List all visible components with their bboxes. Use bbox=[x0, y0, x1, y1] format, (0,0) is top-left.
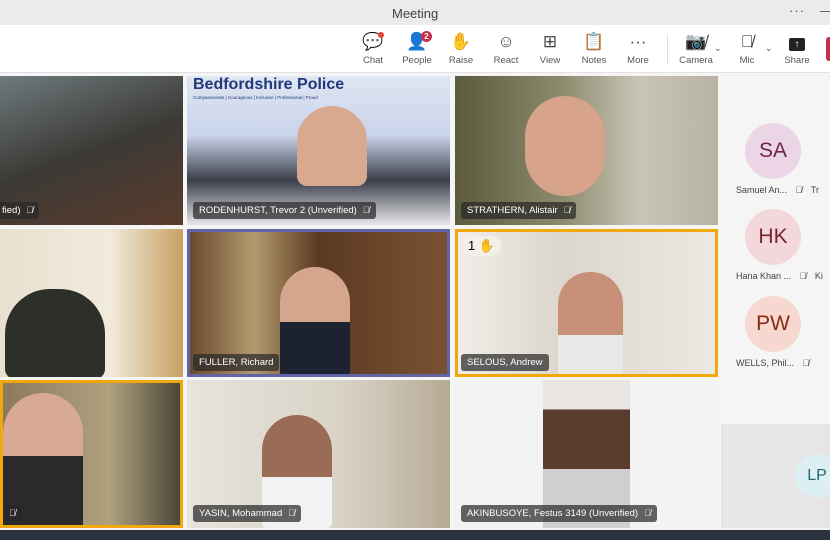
participant-name: STRATHERN, Alistair 🎙̸ bbox=[461, 202, 577, 219]
participant-name: WELLS, Phil... 🎙̸ bbox=[736, 358, 810, 368]
camera-off-icon: 📷̸ bbox=[685, 32, 707, 51]
people-count-badge: 2 bbox=[421, 31, 432, 42]
minimize-button[interactable]: — bbox=[820, 3, 830, 18]
participant-name: SELOUS, Andrew bbox=[461, 354, 549, 371]
people-button[interactable]: 👤 2 People bbox=[395, 31, 439, 66]
window-more-button[interactable]: ··· bbox=[789, 3, 805, 18]
mic-muted-icon: 🎙̸ bbox=[795, 185, 803, 195]
share-button[interactable]: ↑ Share bbox=[775, 31, 819, 66]
participant-mic-tag: 🎙̸ bbox=[3, 505, 22, 522]
participant-figure bbox=[5, 289, 105, 377]
participant-name: YASIN, Mohammad 🎙̸ bbox=[193, 505, 301, 522]
react-button[interactable]: ☺ React bbox=[484, 31, 528, 66]
people-icon: 👤 2 bbox=[395, 31, 439, 53]
mic-muted-icon: 🎙̸ bbox=[802, 358, 810, 368]
video-tile[interactable]: STRATHERN, Alistair 🎙̸ bbox=[455, 76, 718, 225]
grid-icon: ⊞ bbox=[542, 32, 558, 51]
video-tile[interactable]: AKINBUSOYE, Festus 3149 (Unverified) 🎙̸ bbox=[455, 380, 718, 528]
react-label: React bbox=[493, 55, 519, 66]
more-label: More bbox=[627, 55, 649, 66]
mic-label: Mic bbox=[739, 55, 755, 66]
view-button[interactable]: ⊞ View bbox=[528, 31, 572, 66]
view-label: View bbox=[539, 55, 561, 66]
mic-button[interactable]: 🎙̸ Mic bbox=[725, 31, 769, 66]
participant-name: FULLER, Richard bbox=[193, 354, 280, 371]
banner-title: Bedfordshire Police bbox=[193, 76, 345, 93]
video-tile[interactable] bbox=[0, 229, 183, 377]
window-title: Meeting bbox=[392, 6, 439, 21]
smiley-icon: ☺ bbox=[497, 32, 515, 51]
participant-figure bbox=[558, 272, 623, 374]
participant-name: AKINBUSOYE, Festus 3149 (Unverified) 🎙̸ bbox=[461, 505, 657, 522]
participant-figure bbox=[280, 267, 350, 374]
mic-muted-icon: 🎙̸ bbox=[288, 508, 295, 518]
avatar: LP bbox=[795, 454, 830, 498]
avatar[interactable]: SA bbox=[745, 123, 801, 179]
taskbar bbox=[0, 530, 830, 540]
camera-label: Camera bbox=[679, 55, 713, 66]
raised-hand-icon: ✋ bbox=[478, 238, 496, 253]
title-bar: Meeting ··· — bbox=[0, 0, 830, 25]
participant-face bbox=[297, 106, 367, 186]
chat-button[interactable]: 💬 Chat bbox=[351, 31, 395, 66]
notes-button[interactable]: 📋 Notes bbox=[572, 31, 616, 66]
banner-tagline: Compassionate | Courageous | Inclusive |… bbox=[193, 95, 318, 100]
chat-label: Chat bbox=[362, 55, 384, 66]
video-tile[interactable]: Bedfordshire Police Compassionate | Cour… bbox=[187, 76, 450, 225]
more-button[interactable]: ··· More bbox=[616, 31, 660, 66]
video-tile[interactable]: 🎙̸ bbox=[0, 380, 183, 528]
mic-muted-icon: 🎙̸ bbox=[26, 205, 34, 215]
mic-muted-icon: 🎙̸ bbox=[563, 205, 571, 215]
ellipsis-icon: ··· bbox=[629, 32, 647, 51]
raised-hand-indicator: 1 ✋ bbox=[462, 236, 502, 256]
share-icon: ↑ bbox=[775, 31, 819, 53]
hand-icon: ✋ bbox=[450, 32, 472, 51]
share-label: Share bbox=[784, 55, 810, 66]
mic-muted-icon: 🎙̸ bbox=[799, 271, 807, 281]
raise-hand-button[interactable]: ✋ Raise bbox=[439, 31, 483, 66]
mic-muted-icon: 🎙̸ bbox=[644, 508, 651, 518]
camera-button[interactable]: 📷̸ Camera bbox=[674, 31, 718, 66]
participant-name: RODENHURST, Trevor 2 (Unverified) 🎙̸ bbox=[193, 202, 376, 219]
mic-muted-icon: 🎙̸ bbox=[362, 205, 370, 215]
mic-off-icon: 🎙̸ bbox=[740, 32, 754, 51]
video-tile[interactable]: 1 ✋ SELOUS, Andrew bbox=[455, 229, 718, 377]
video-tile[interactable]: FULLER, Richard bbox=[187, 229, 450, 377]
avatar[interactable]: HK bbox=[745, 209, 801, 265]
featured-participant-tile[interactable]: LP bbox=[721, 424, 830, 528]
avatar[interactable]: PW bbox=[745, 296, 801, 352]
notes-icon: 📋 bbox=[583, 32, 605, 51]
camera-options-chevron[interactable]: ⌄ bbox=[714, 43, 722, 54]
meeting-toolbar: 💬 Chat 👤 2 People ✋ Raise ☺ React ⊞ View 📋 Note… bbox=[0, 25, 830, 73]
mic-muted-icon: 🎙̸ bbox=[9, 508, 16, 518]
notes-label: Notes bbox=[581, 55, 607, 66]
participant-face bbox=[525, 96, 605, 196]
video-tile[interactable]: YASIN, Mohammad 🎙̸ bbox=[187, 380, 450, 528]
leave-button[interactable] bbox=[826, 37, 830, 61]
mic-options-chevron[interactable]: ⌄ bbox=[765, 43, 773, 54]
people-label: People bbox=[402, 55, 432, 66]
video-tile[interactable]: fied) 🎙̸ bbox=[0, 76, 183, 225]
chat-icon: 💬 bbox=[362, 32, 384, 51]
toolbar-divider bbox=[667, 35, 668, 63]
participant-name: Samuel An... 🎙̸ Tr bbox=[736, 185, 819, 195]
participant-name: Hana Khan ... 🎙̸ Ki bbox=[736, 271, 823, 281]
raise-label: Raise bbox=[448, 55, 474, 66]
participant-name: fied) 🎙̸ bbox=[0, 202, 40, 219]
unread-dot bbox=[378, 32, 384, 38]
